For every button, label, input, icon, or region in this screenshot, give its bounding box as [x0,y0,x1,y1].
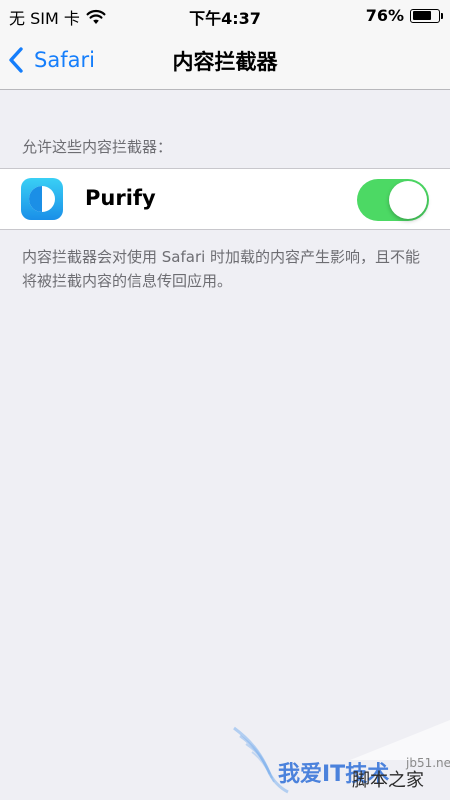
section-header: 允许这些内容拦截器： [22,138,173,156]
content-blocker-name: Purify [85,186,156,210]
battery-cap [441,12,443,19]
battery-indicator: 76% [366,6,443,25]
content-blocker-toggle[interactable] [357,179,429,221]
toggle-knob [389,181,427,219]
purify-app-icon [21,178,63,220]
battery-fill [412,11,431,20]
battery-percent: 76% [365,6,404,25]
battery-icon [410,8,440,23]
content-blocker-row: Purify [0,168,450,230]
status-bar: 无 SIM 卡 下午4:37 76% [0,0,450,32]
navigation-bar: Safari 内容拦截器 [0,32,450,90]
watermark-sub: 脚本之家 [352,770,424,791]
watermark: 我爱IT技术 jb51.net 脚本之家 [230,720,450,800]
page-title: 内容拦截器 [172,50,278,74]
section-footer: 内容拦截器会对使用 Safari 时加载的内容产生影响，且不能将被拦截内容的信息… [22,248,421,290]
